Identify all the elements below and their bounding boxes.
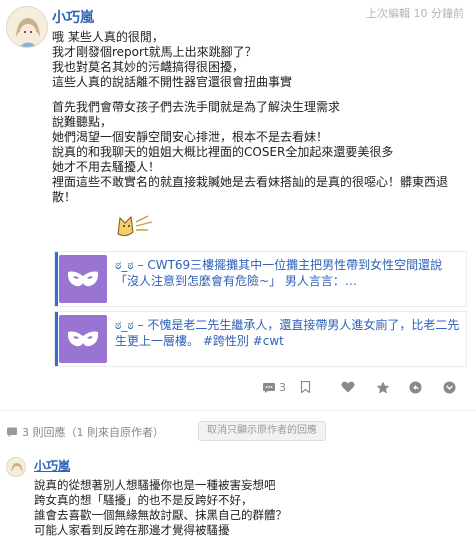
text-line: 說真的和我聊天的姐姐大概比裡面的COSER全加起來還要美很多 <box>52 145 394 159</box>
link-card-1[interactable]: ಠ_ಠ – CWT69三樓擺攤其中一位攤主把男性帶到女性空間還說「沒人注意到怎麼… <box>54 251 467 307</box>
star-icon <box>376 381 390 394</box>
text-line: 這些人真的說話離不開性器官還很會扭曲事實 <box>52 75 293 89</box>
bookmark-button[interactable] <box>300 381 311 393</box>
card-text: ಠ_ಠ – 不愧是老二先生繼承人，還直接帶男人進女廁了，比老二先生更上一層樓。 … <box>115 318 460 348</box>
author-name[interactable]: 小巧嵐 <box>52 7 94 27</box>
card-accent-bar <box>55 312 58 366</box>
favorite-button[interactable] <box>376 381 390 394</box>
show-all-replies-button[interactable]: 取消只顯示原作者的回應 <box>198 421 326 441</box>
post-actions: 3 <box>0 381 476 399</box>
cat-sticker-icon <box>114 208 160 240</box>
like-button[interactable] <box>341 381 355 393</box>
text-line: 哦 某些人真的很閒， <box>52 30 164 44</box>
reply-body: 說真的從想著別人想騷擾你也是一種被害妄想吧 跨女真的想「騷擾」的也不是反跨好不好… <box>34 478 464 538</box>
post-body: 哦 某些人真的很閒， 我才剛發個report就馬上出來跳腳了？ 我也對莫名其妙的… <box>52 30 464 205</box>
text-line: 首先我們會帶女孩子們去洗手間就是為了解決生理需求 <box>52 100 341 114</box>
speech-bubble-icon <box>7 427 17 437</box>
comment-button[interactable]: 3 <box>262 381 286 394</box>
text-line: 她才不用去騷擾人！ <box>52 160 161 174</box>
replies-bar: 3 則回應（1 則來自原作者） 取消只顯示原作者的回應 <box>0 420 476 442</box>
text-line: 可能人家看到反跨在那邊才覺得被騷擾 <box>34 523 230 537</box>
mask-icon <box>59 255 107 303</box>
speech-bubble-icon <box>263 382 275 393</box>
text-line: 跨女真的想「騷擾」的也不是反跨好不好， <box>34 493 253 507</box>
card-text: ಠ_ಠ – CWT69三樓擺攤其中一位攤主把男性帶到女性空間還說「沒人注意到怎麼… <box>115 258 443 288</box>
mask-icon <box>59 315 107 363</box>
bookmark-icon <box>300 381 311 393</box>
share-button[interactable] <box>409 381 422 394</box>
text-line: 裡面這些不敢實名的就直接栽贓她是去看妹搭訕的是真的很噁心！髒東西退散！ <box>52 175 449 204</box>
text-line: 我也對莫名其妙的污衊搞得很困擾， <box>52 60 245 74</box>
card-accent-bar <box>55 252 58 306</box>
reply-avatar[interactable] <box>6 457 26 477</box>
text-line: 說難聽點， <box>52 115 113 129</box>
replies-summary-text: 3 則回應（1 則來自原作者） <box>22 426 164 439</box>
replies-summary: 3 則回應（1 則來自原作者） <box>6 424 164 440</box>
post-paragraph-1: 哦 某些人真的很閒， 我才剛發個report就馬上出來跳腳了？ 我也對莫名其妙的… <box>52 30 464 90</box>
text-line: 說真的從想著別人想騷擾你也是一種被害妄想吧 <box>34 478 276 492</box>
text-line: 誰會去喜歡一個無緣無故討厭、抹黑自己的群體？ <box>34 508 287 522</box>
edited-timestamp: 上次編輯 10 分鐘前 <box>366 7 464 20</box>
link-card-2[interactable]: ಠ_ಠ – 不愧是老二先生繼承人，還直接帶男人進女廁了，比老二先生更上一層樓。 … <box>54 311 467 367</box>
divider <box>0 410 476 411</box>
chevron-down-icon <box>443 381 456 394</box>
author-avatar[interactable] <box>6 6 48 48</box>
reply-author[interactable]: 小巧嵐 <box>34 457 70 474</box>
more-options-button[interactable] <box>443 381 456 394</box>
text-line: 我才剛發個report就馬上出來跳腳了？ <box>52 45 257 59</box>
post-paragraph-2: 首先我們會帶女孩子們去洗手間就是為了解決生理需求 說難聽點， 她們渴望一個安靜空… <box>52 100 464 205</box>
heart-icon <box>341 381 355 393</box>
text-line: 她們渴望一個安靜空間安心排泄，根本不是去看妹！ <box>52 130 329 144</box>
comment-count: 3 <box>279 381 286 394</box>
share-icon <box>409 381 422 394</box>
